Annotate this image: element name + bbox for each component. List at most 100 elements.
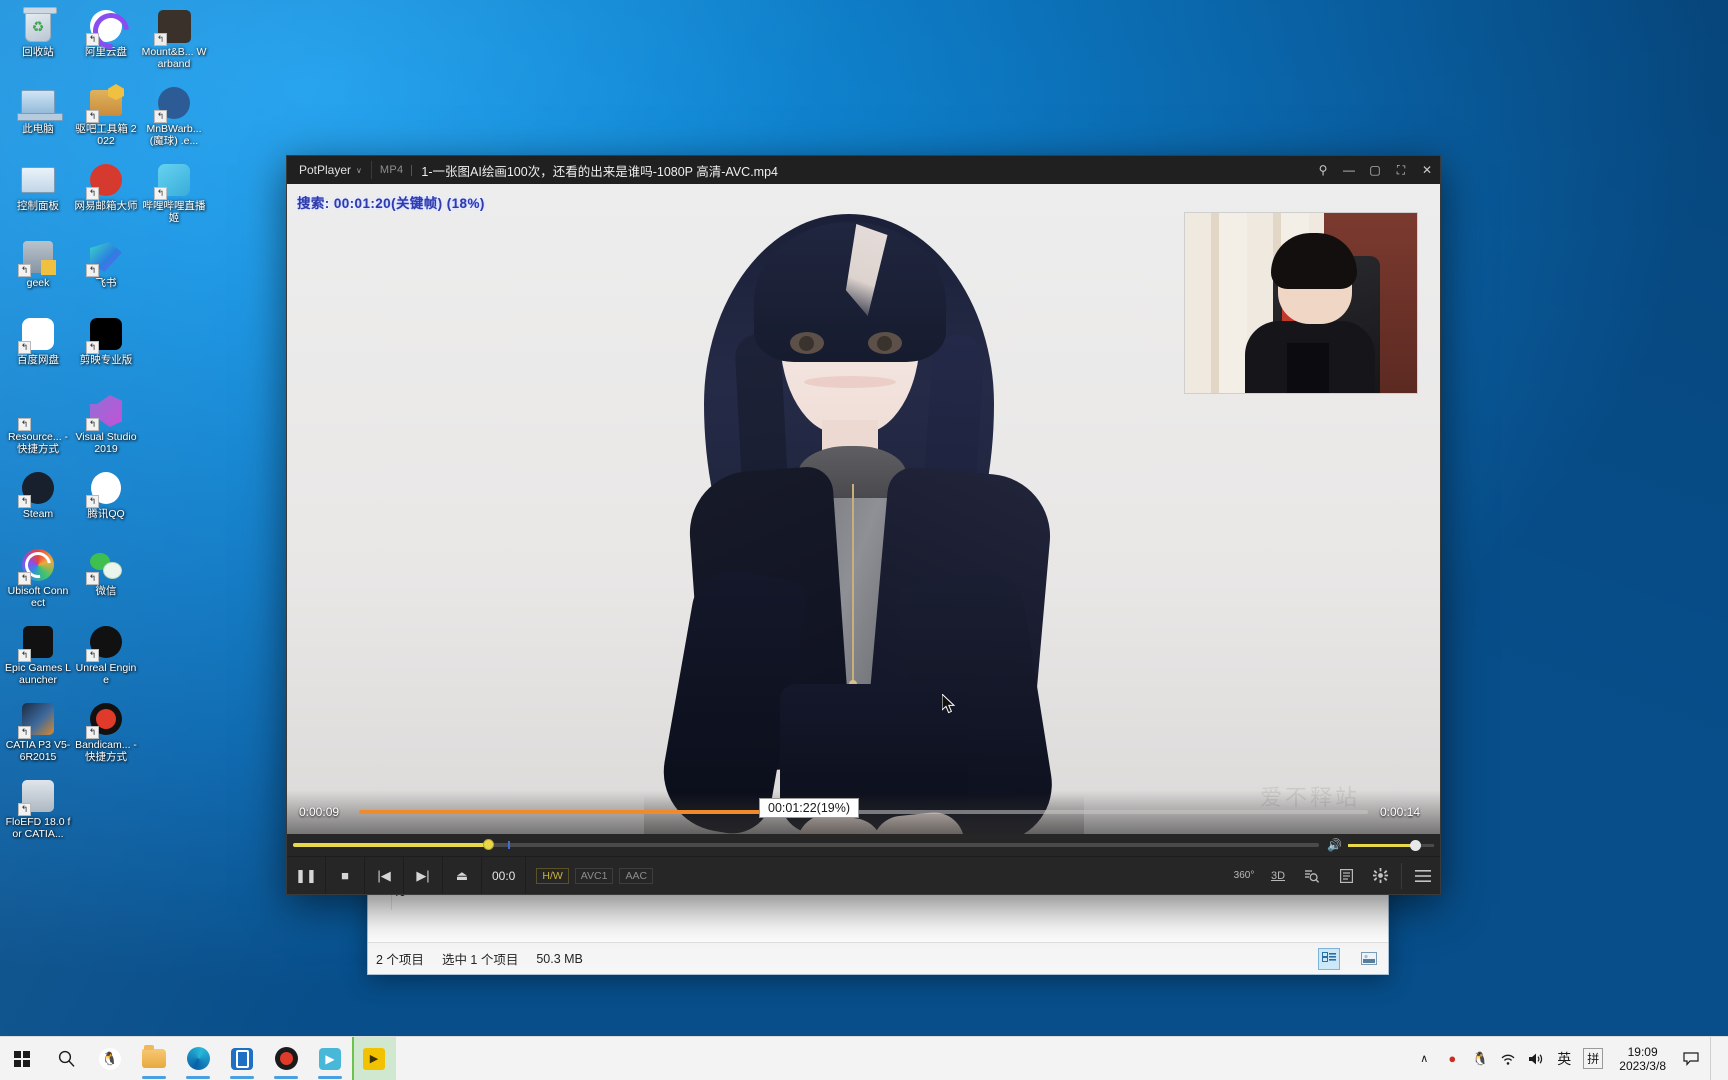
desktop-icon-image: ↰ xyxy=(86,316,124,354)
desktop[interactable]: 回收站↰阿里云盘此电脑↰驱吧工具箱 2022 控制面板 ↰网易邮箱大师↰geek↰飞… xyxy=(0,0,1728,1080)
potplayer-app-menu[interactable]: PotPlayer ∨ xyxy=(287,163,371,177)
wifi-icon[interactable] xyxy=(1499,1037,1517,1080)
taskbar-potplayer[interactable]: ▶ xyxy=(352,1036,396,1080)
osd-seek-message: 搜索: 00:01:20(关键帧) (18%) xyxy=(297,196,485,211)
taskbar-qq[interactable]: 🐧 xyxy=(88,1037,132,1080)
osd-seek-track[interactable] xyxy=(359,806,1368,818)
pause-button[interactable]: ❚❚ xyxy=(287,857,326,894)
qq-tray-icon[interactable]: 🐧 xyxy=(1471,1037,1489,1080)
three-d-button[interactable]: 3D xyxy=(1261,857,1295,894)
video-surface[interactable]: 搜索: 00:01:20(关键帧) (18%) 0:00:09 0:00:14 xyxy=(287,184,1440,834)
fullscreen-button[interactable]: ⛶ xyxy=(1388,156,1414,184)
seek-row[interactable]: 🔊 xyxy=(287,834,1440,856)
desktop-icon[interactable]: ↰ 哔哩哔哩直播姬 xyxy=(140,158,208,224)
desktop-icon[interactable]: ↰ 百度网盘 xyxy=(4,312,72,389)
system-tray[interactable]: ∧ ● 🐧 英 拼 19:09 2023/3/8 xyxy=(1415,1036,1728,1080)
desktop-icon[interactable]: ↰ Bandicam... - 快捷方式 xyxy=(72,697,140,774)
codec-chip-group: H/W AVC1 AAC xyxy=(526,867,654,884)
osd-seek-bar[interactable]: 0:00:09 0:00:14 xyxy=(287,790,1440,834)
pip-webcam-overlay xyxy=(1184,212,1418,394)
settings-gear-icon[interactable] xyxy=(1363,857,1397,894)
desktop-icon-grid: 回收站↰阿里云盘此电脑↰驱吧工具箱 2022 控制面板 ↰网易邮箱大师↰geek↰飞… xyxy=(4,4,140,851)
shortcut-arrow-icon: ↰ xyxy=(86,33,99,46)
maximize-button[interactable]: ▢ xyxy=(1362,156,1388,184)
desktop-icon-label: 剪映专业版 xyxy=(79,354,133,366)
search-button[interactable] xyxy=(1295,857,1329,894)
desktop-icon[interactable]: ↰ Ubisoft Connect xyxy=(4,543,72,620)
details-view-button[interactable] xyxy=(1318,947,1340,970)
next-button[interactable]: ▶| xyxy=(404,857,443,894)
potplayer-control-panel[interactable]: 🔊 ❚❚ ■ |◀ ▶| ⏏ 00:0 H/W AVC1 AAC 360° 3D xyxy=(287,834,1440,894)
desktop-icon[interactable]: ↰ Unreal Engine xyxy=(72,620,140,697)
codec-chip-audio: AAC xyxy=(619,867,654,884)
desktop-icon-label: 哔哩哔哩直播姬 xyxy=(142,200,206,224)
shortcut-arrow-icon: ↰ xyxy=(86,572,99,585)
desktop-icon[interactable]: ↰ 剪映专业版 xyxy=(72,312,140,389)
ime-mode-indicator[interactable]: 拼 xyxy=(1583,1048,1604,1069)
desktop-icon-label: MnBWarb... (魔球) .e... xyxy=(146,123,202,147)
start-button[interactable] xyxy=(0,1037,44,1080)
status-size: 50.3 MB xyxy=(536,951,583,966)
desktop-icon[interactable]: 回收站 xyxy=(4,4,72,81)
previous-button[interactable]: |◀ xyxy=(365,857,404,894)
minimize-button[interactable]: — xyxy=(1336,156,1362,184)
taskbar-clock[interactable]: 19:09 2023/3/8 xyxy=(1613,1045,1672,1073)
playlist-button[interactable] xyxy=(1329,857,1363,894)
taskbar-file-explorer[interactable] xyxy=(132,1037,176,1080)
desktop-icon[interactable]: ↰ 网易邮箱大师 xyxy=(72,158,140,235)
seek-bar-handle[interactable] xyxy=(482,839,494,850)
desktop-icon[interactable]: ↰ MnBWarb... (魔球) .e... xyxy=(140,81,208,147)
desktop-icon[interactable]: ↰ CATIA P3 V5-6R2015 xyxy=(4,697,72,774)
file-explorer-status-bar: 2 个项目 选中 1 个项目 50.3 MB xyxy=(368,942,1388,974)
desktop-icon-image: ↰ xyxy=(86,8,124,46)
close-button[interactable]: ✕ xyxy=(1414,156,1440,184)
notification-center-icon[interactable] xyxy=(1682,1037,1700,1080)
search-button[interactable] xyxy=(44,1037,88,1080)
taskbar[interactable]: 🐧 ▶ ▶ ∧ ● 🐧 英 拼 19:09 2023/3/8 xyxy=(0,1036,1728,1080)
shortcut-arrow-icon: ↰ xyxy=(18,649,31,662)
volume-row[interactable]: 🔊 xyxy=(1327,838,1434,852)
desktop-icon[interactable]: ↰ 飞书 xyxy=(72,235,140,312)
eject-button[interactable]: ⏏ xyxy=(443,857,482,894)
desktop-icon[interactable]: ↰ 微信 xyxy=(72,543,140,620)
desktop-icon[interactable]: ↰ Epic Games Launcher xyxy=(4,620,72,697)
taskbar-bandicam[interactable] xyxy=(264,1037,308,1080)
desktop-icon[interactable]: ↰ Steam xyxy=(4,466,72,543)
volume-slider[interactable] xyxy=(1348,839,1434,851)
three-sixty-button[interactable]: 360° xyxy=(1227,857,1261,894)
desktop-icon-image: ↰ xyxy=(18,239,56,277)
taskbar-edge[interactable] xyxy=(176,1037,220,1080)
volume-handle[interactable] xyxy=(1410,839,1422,851)
taskbar-blue-app[interactable] xyxy=(220,1037,264,1080)
transport-row[interactable]: ❚❚ ■ |◀ ▶| ⏏ 00:0 H/W AVC1 AAC 360° 3D xyxy=(287,856,1440,894)
desktop-icon-label: 控制面板 xyxy=(17,200,59,212)
desktop-icon[interactable]: 此电脑 xyxy=(4,81,72,158)
recording-indicator-icon[interactable]: ● xyxy=(1443,1037,1461,1080)
shortcut-arrow-icon: ↰ xyxy=(86,495,99,508)
pin-button[interactable]: ⚲ xyxy=(1310,156,1336,184)
volume-icon[interactable] xyxy=(1527,1037,1545,1080)
tray-expand-chevron-icon[interactable]: ∧ xyxy=(1415,1037,1433,1080)
potplayer-window[interactable]: PotPlayer ∨ MP4 1-一张图AI绘画100次，还看的出来是谁吗-1… xyxy=(286,155,1441,895)
desktop-icon[interactable]: ↰ geek xyxy=(4,235,72,312)
potplayer-titlebar[interactable]: PotPlayer ∨ MP4 1-一张图AI绘画100次，还看的出来是谁吗-1… xyxy=(287,156,1440,184)
desktop-icon[interactable]: ↰ 阿里云盘 xyxy=(72,4,140,81)
ime-language-indicator[interactable]: 英 xyxy=(1555,1037,1573,1080)
titlebar-button-group[interactable]: ⚲ — ▢ ⛶ ✕ xyxy=(1310,156,1440,184)
desktop-icon[interactable]: ↰ Mount&B... Warband xyxy=(140,4,208,70)
desktop-icon[interactable]: ↰ Visual Studio 2019 xyxy=(72,389,140,466)
stop-button[interactable]: ■ xyxy=(326,857,365,894)
menu-button[interactable] xyxy=(1406,857,1440,894)
desktop-icon[interactable]: ↰ 驱吧工具箱 2022 xyxy=(72,81,140,158)
seek-bar[interactable] xyxy=(293,839,1320,850)
show-desktop-button[interactable] xyxy=(1710,1036,1720,1080)
taskbar-teal-app[interactable]: ▶ xyxy=(308,1037,352,1080)
desktop-icon[interactable]: ↰ FloEFD 18.0 for CATIA... xyxy=(4,774,72,851)
desktop-icon[interactable]: ↰ 腾讯QQ xyxy=(72,466,140,543)
control-right-group[interactable]: 360° 3D xyxy=(1227,857,1440,894)
desktop-icon[interactable]: ↰ Resource... - 快捷方式 xyxy=(4,389,72,466)
speaker-icon[interactable]: 🔊 xyxy=(1327,838,1342,852)
large-icons-view-button[interactable] xyxy=(1358,948,1380,970)
desktop-icon-image: ↰ xyxy=(86,393,124,431)
desktop-icon[interactable]: 控制面板 xyxy=(4,158,72,235)
